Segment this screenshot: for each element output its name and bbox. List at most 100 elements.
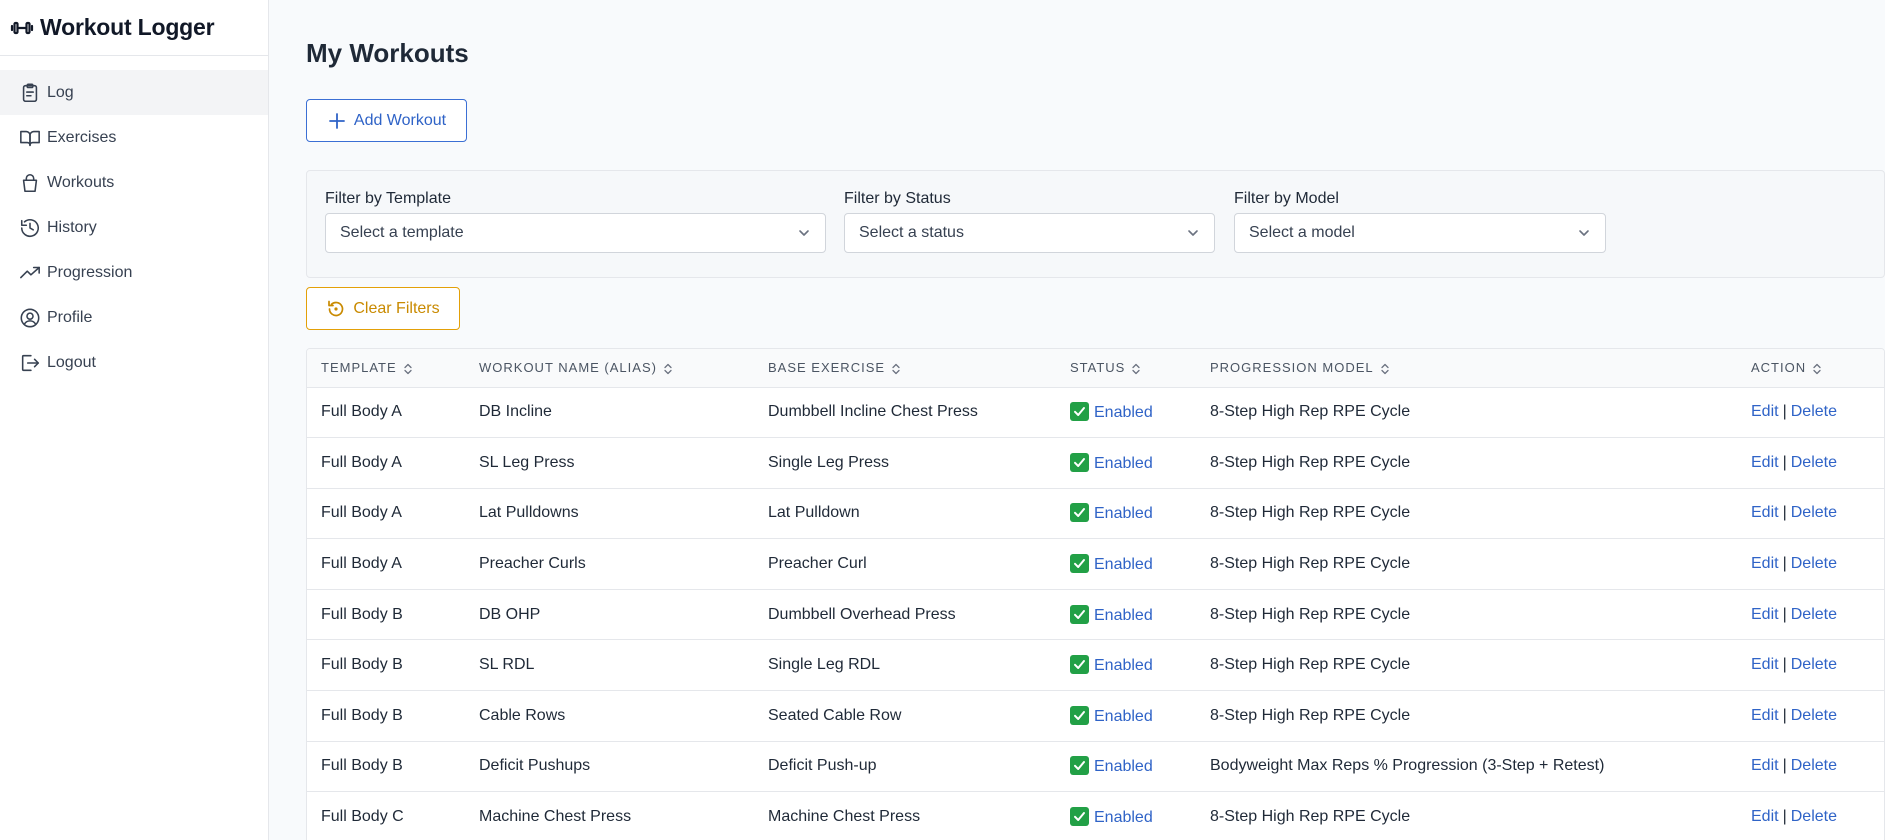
edit-link[interactable]: Edit [1751, 808, 1779, 825]
sort-icon [1380, 363, 1390, 375]
cell-action: Edit | Delete [1737, 437, 1884, 489]
check-icon [1070, 604, 1089, 624]
check-icon [1070, 503, 1089, 523]
edit-link[interactable]: Edit [1751, 504, 1779, 521]
sidebar-item-label: Logout [47, 353, 96, 371]
edit-link[interactable]: Edit [1751, 606, 1779, 623]
cell-base-exercise: Machine Chest Press [754, 791, 1056, 840]
cell-template: Full Body B [307, 690, 465, 742]
action-separator: | [1782, 403, 1787, 421]
status-text: Enabled [1094, 606, 1153, 624]
delete-link[interactable]: Delete [1791, 504, 1837, 521]
delete-link[interactable]: Delete [1791, 555, 1837, 572]
cell-status: Enabled [1056, 791, 1196, 840]
sort-icon [663, 363, 673, 375]
status-text: Enabled [1094, 657, 1153, 675]
column-header-template[interactable]: TEMPLATE [307, 349, 465, 388]
delete-link[interactable]: Delete [1791, 656, 1837, 673]
app-title: Workout Logger [40, 14, 215, 40]
cell-template: Full Body A [307, 437, 465, 489]
column-header-workout-name[interactable]: WORKOUT NAME (ALIAS) [465, 349, 754, 388]
chevron-down-icon [799, 230, 809, 236]
action-separator: | [1782, 757, 1787, 775]
check-icon [1070, 655, 1089, 675]
filter-template-label: Filter by Template [325, 190, 451, 207]
sidebar-item-label: Workouts [47, 173, 115, 191]
cell-base-exercise: Single Leg RDL [754, 639, 1056, 692]
cell-action: Edit | Delete [1737, 488, 1884, 540]
model-select[interactable]: Select a model [1234, 213, 1606, 253]
cell-template: Full Body A [307, 538, 465, 590]
brand[interactable]: Workout Logger [0, 0, 268, 56]
cell-action: Edit | Delete [1737, 589, 1884, 641]
delete-link[interactable]: Delete [1791, 403, 1837, 420]
cell-status: Enabled [1056, 387, 1196, 439]
template-select[interactable]: Select a template [325, 213, 826, 253]
sidebar-item-label: Exercises [47, 128, 117, 146]
workouts-table: TEMPLATE WORKOUT NAME (ALIAS) BASE EXERC… [306, 348, 1885, 840]
cell-base-exercise: Dumbbell Overhead Press [754, 589, 1056, 641]
model-select-placeholder: Select a model [1249, 224, 1355, 241]
status-text: Enabled [1094, 707, 1153, 725]
column-header-action[interactable]: ACTION [1737, 349, 1884, 388]
status-text: Enabled [1094, 809, 1153, 827]
delete-link[interactable]: Delete [1791, 707, 1837, 724]
sidebar-item-progression[interactable]: Progression [0, 250, 268, 295]
sidebar-item-log[interactable]: Log [0, 70, 268, 115]
cell-template: Full Body A [307, 387, 465, 439]
edit-link[interactable]: Edit [1751, 656, 1779, 673]
delete-link[interactable]: Delete [1791, 606, 1837, 623]
edit-link[interactable]: Edit [1751, 757, 1779, 774]
table-header-row: TEMPLATE WORKOUT NAME (ALIAS) BASE EXERC… [307, 349, 1884, 388]
user-circle-icon [20, 308, 40, 327]
edit-link[interactable]: Edit [1751, 555, 1779, 572]
edit-link[interactable]: Edit [1751, 403, 1779, 420]
clear-filters-button[interactable]: Clear Filters [306, 287, 460, 330]
cell-template: Full Body B [307, 639, 465, 692]
cell-status: Enabled [1056, 589, 1196, 641]
status-select[interactable]: Select a status [844, 213, 1215, 253]
table-row: Full Body C Machine Chest Press Machine Ch… [307, 791, 1884, 840]
edit-link[interactable]: Edit [1751, 707, 1779, 724]
delete-link[interactable]: Delete [1791, 757, 1837, 774]
delete-link[interactable]: Delete [1791, 808, 1837, 825]
chevron-down-icon [1579, 230, 1589, 236]
cell-workout-name: Machine Chest Press [465, 791, 754, 840]
logout-icon [21, 354, 40, 371]
cell-status: Enabled [1056, 690, 1196, 742]
column-header-status[interactable]: STATUS [1056, 349, 1196, 388]
cell-status: Enabled [1056, 488, 1196, 540]
status-text: Enabled [1094, 505, 1153, 523]
sidebar-item-exercises[interactable]: Exercises [0, 115, 268, 160]
cell-progression-model: 8-Step High Rep RPE Cycle [1196, 488, 1737, 540]
sidebar-item-logout[interactable]: Logout [0, 340, 268, 385]
filter-model-label: Filter by Model [1234, 190, 1339, 207]
page-title: My Workouts [306, 38, 469, 68]
cell-workout-name: DB OHP [465, 589, 754, 641]
column-header-base-exercise[interactable]: BASE EXERCISE [754, 349, 1056, 388]
add-workout-button[interactable]: Add Workout [306, 99, 467, 142]
sidebar: Workout Logger Log Exercises Workouts Hi… [0, 0, 269, 840]
cell-template: Full Body B [307, 589, 465, 641]
column-header-progression-model[interactable]: PROGRESSION MODEL [1196, 349, 1737, 388]
check-icon [1070, 705, 1089, 725]
cell-action: Edit | Delete [1737, 639, 1884, 692]
check-icon [1070, 554, 1089, 574]
reset-icon [328, 300, 344, 316]
trend-up-icon [20, 266, 40, 278]
sidebar-nav: Log Exercises Workouts History Progressi… [0, 70, 268, 385]
cell-template: Full Body A [307, 488, 465, 540]
delete-link[interactable]: Delete [1791, 454, 1837, 471]
cell-progression-model: 8-Step High Rep RPE Cycle [1196, 538, 1737, 590]
status-select-placeholder: Select a status [859, 224, 964, 241]
edit-link[interactable]: Edit [1751, 454, 1779, 471]
sidebar-item-workouts[interactable]: Workouts [0, 160, 268, 205]
sidebar-item-profile[interactable]: Profile [0, 295, 268, 340]
cell-progression-model: 8-Step High Rep RPE Cycle [1196, 690, 1737, 742]
sidebar-item-history[interactable]: History [0, 205, 268, 250]
sidebar-item-label: Profile [47, 308, 93, 326]
book-icon [20, 130, 40, 146]
action-separator: | [1782, 555, 1787, 573]
table-row: Full Body B Deficit Pushups Deficit Push-u… [307, 741, 1884, 793]
cell-workout-name: SL Leg Press [465, 437, 754, 489]
